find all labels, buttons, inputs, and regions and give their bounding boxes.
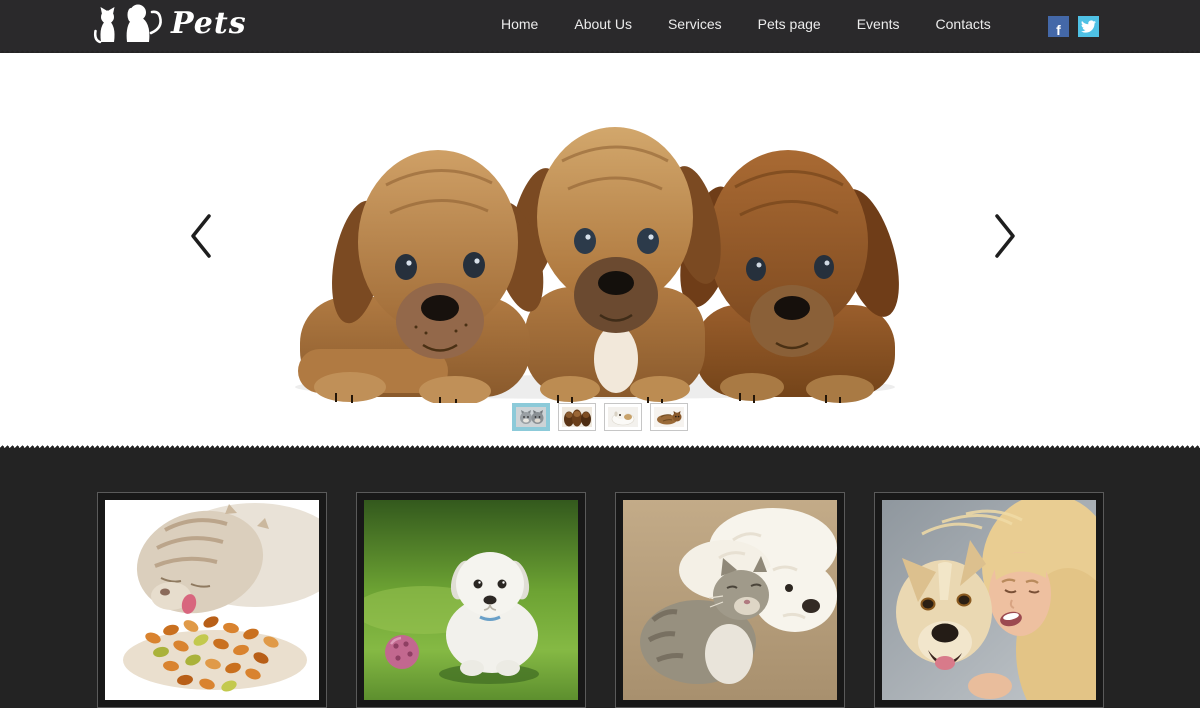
cat-eating-food-image <box>105 500 319 700</box>
brown-puppies-thumb-image <box>562 407 592 427</box>
nav-item-home[interactable]: Home <box>501 16 538 32</box>
social-links: f <box>1048 16 1099 37</box>
nav-item-pets-page[interactable]: Pets page <box>758 16 821 32</box>
three-puppies-illustration <box>240 57 950 403</box>
card-white-puppy-on-grass[interactable] <box>356 492 586 708</box>
white-dog-hugging-kitten-image <box>623 500 837 700</box>
thumbnail-white-dog-and-cat[interactable] <box>604 403 642 431</box>
white-puppy-on-grass-image <box>364 500 578 700</box>
gallery-section <box>97 492 1104 708</box>
hero-slider <box>0 53 1200 443</box>
card-woman-hugging-dog[interactable] <box>874 492 1104 708</box>
chevron-left-icon[interactable] <box>183 210 219 262</box>
white-dog-thumb-image <box>608 407 638 427</box>
facebook-icon[interactable]: f <box>1048 16 1069 37</box>
thumbnail-brown-cat[interactable] <box>650 403 688 431</box>
slide-three-brown-puppies <box>240 57 950 403</box>
woman-hugging-dog-image <box>882 500 1096 700</box>
two-kittens-thumb-image <box>516 407 546 427</box>
thumbnail-brown-puppies[interactable] <box>558 403 596 431</box>
facebook-letter: f <box>1056 23 1061 37</box>
hero-zigzag-edge <box>0 443 1200 448</box>
card-cat-eating-food[interactable] <box>97 492 327 708</box>
twitter-bird-icon[interactable] <box>1078 16 1099 37</box>
nav-item-contacts[interactable]: Contacts <box>936 16 991 32</box>
thumbnail-two-kittens[interactable] <box>512 403 550 431</box>
pets-website-page: { "brand": { "name": "Pets", "logo_icon"… <box>0 0 1200 627</box>
cat-and-dog-icon <box>93 3 167 47</box>
slider-thumbnails <box>512 403 688 431</box>
brown-cat-thumb-image <box>654 407 684 427</box>
brand-name: Pets <box>171 6 247 45</box>
nav-item-events[interactable]: Events <box>857 16 900 32</box>
nav-item-about-us[interactable]: About Us <box>574 16 632 32</box>
twitter-bird-glyph <box>1081 19 1096 34</box>
card-white-dog-hugging-kitten[interactable] <box>615 492 845 708</box>
site-header: Pets Home About Us Services Pets page Ev… <box>0 0 1200 48</box>
nav-item-services[interactable]: Services <box>668 16 722 32</box>
main-navigation: Home About Us Services Pets page Events … <box>501 0 991 48</box>
brand-logo[interactable]: Pets <box>93 3 247 47</box>
chevron-right-icon[interactable] <box>987 210 1023 262</box>
